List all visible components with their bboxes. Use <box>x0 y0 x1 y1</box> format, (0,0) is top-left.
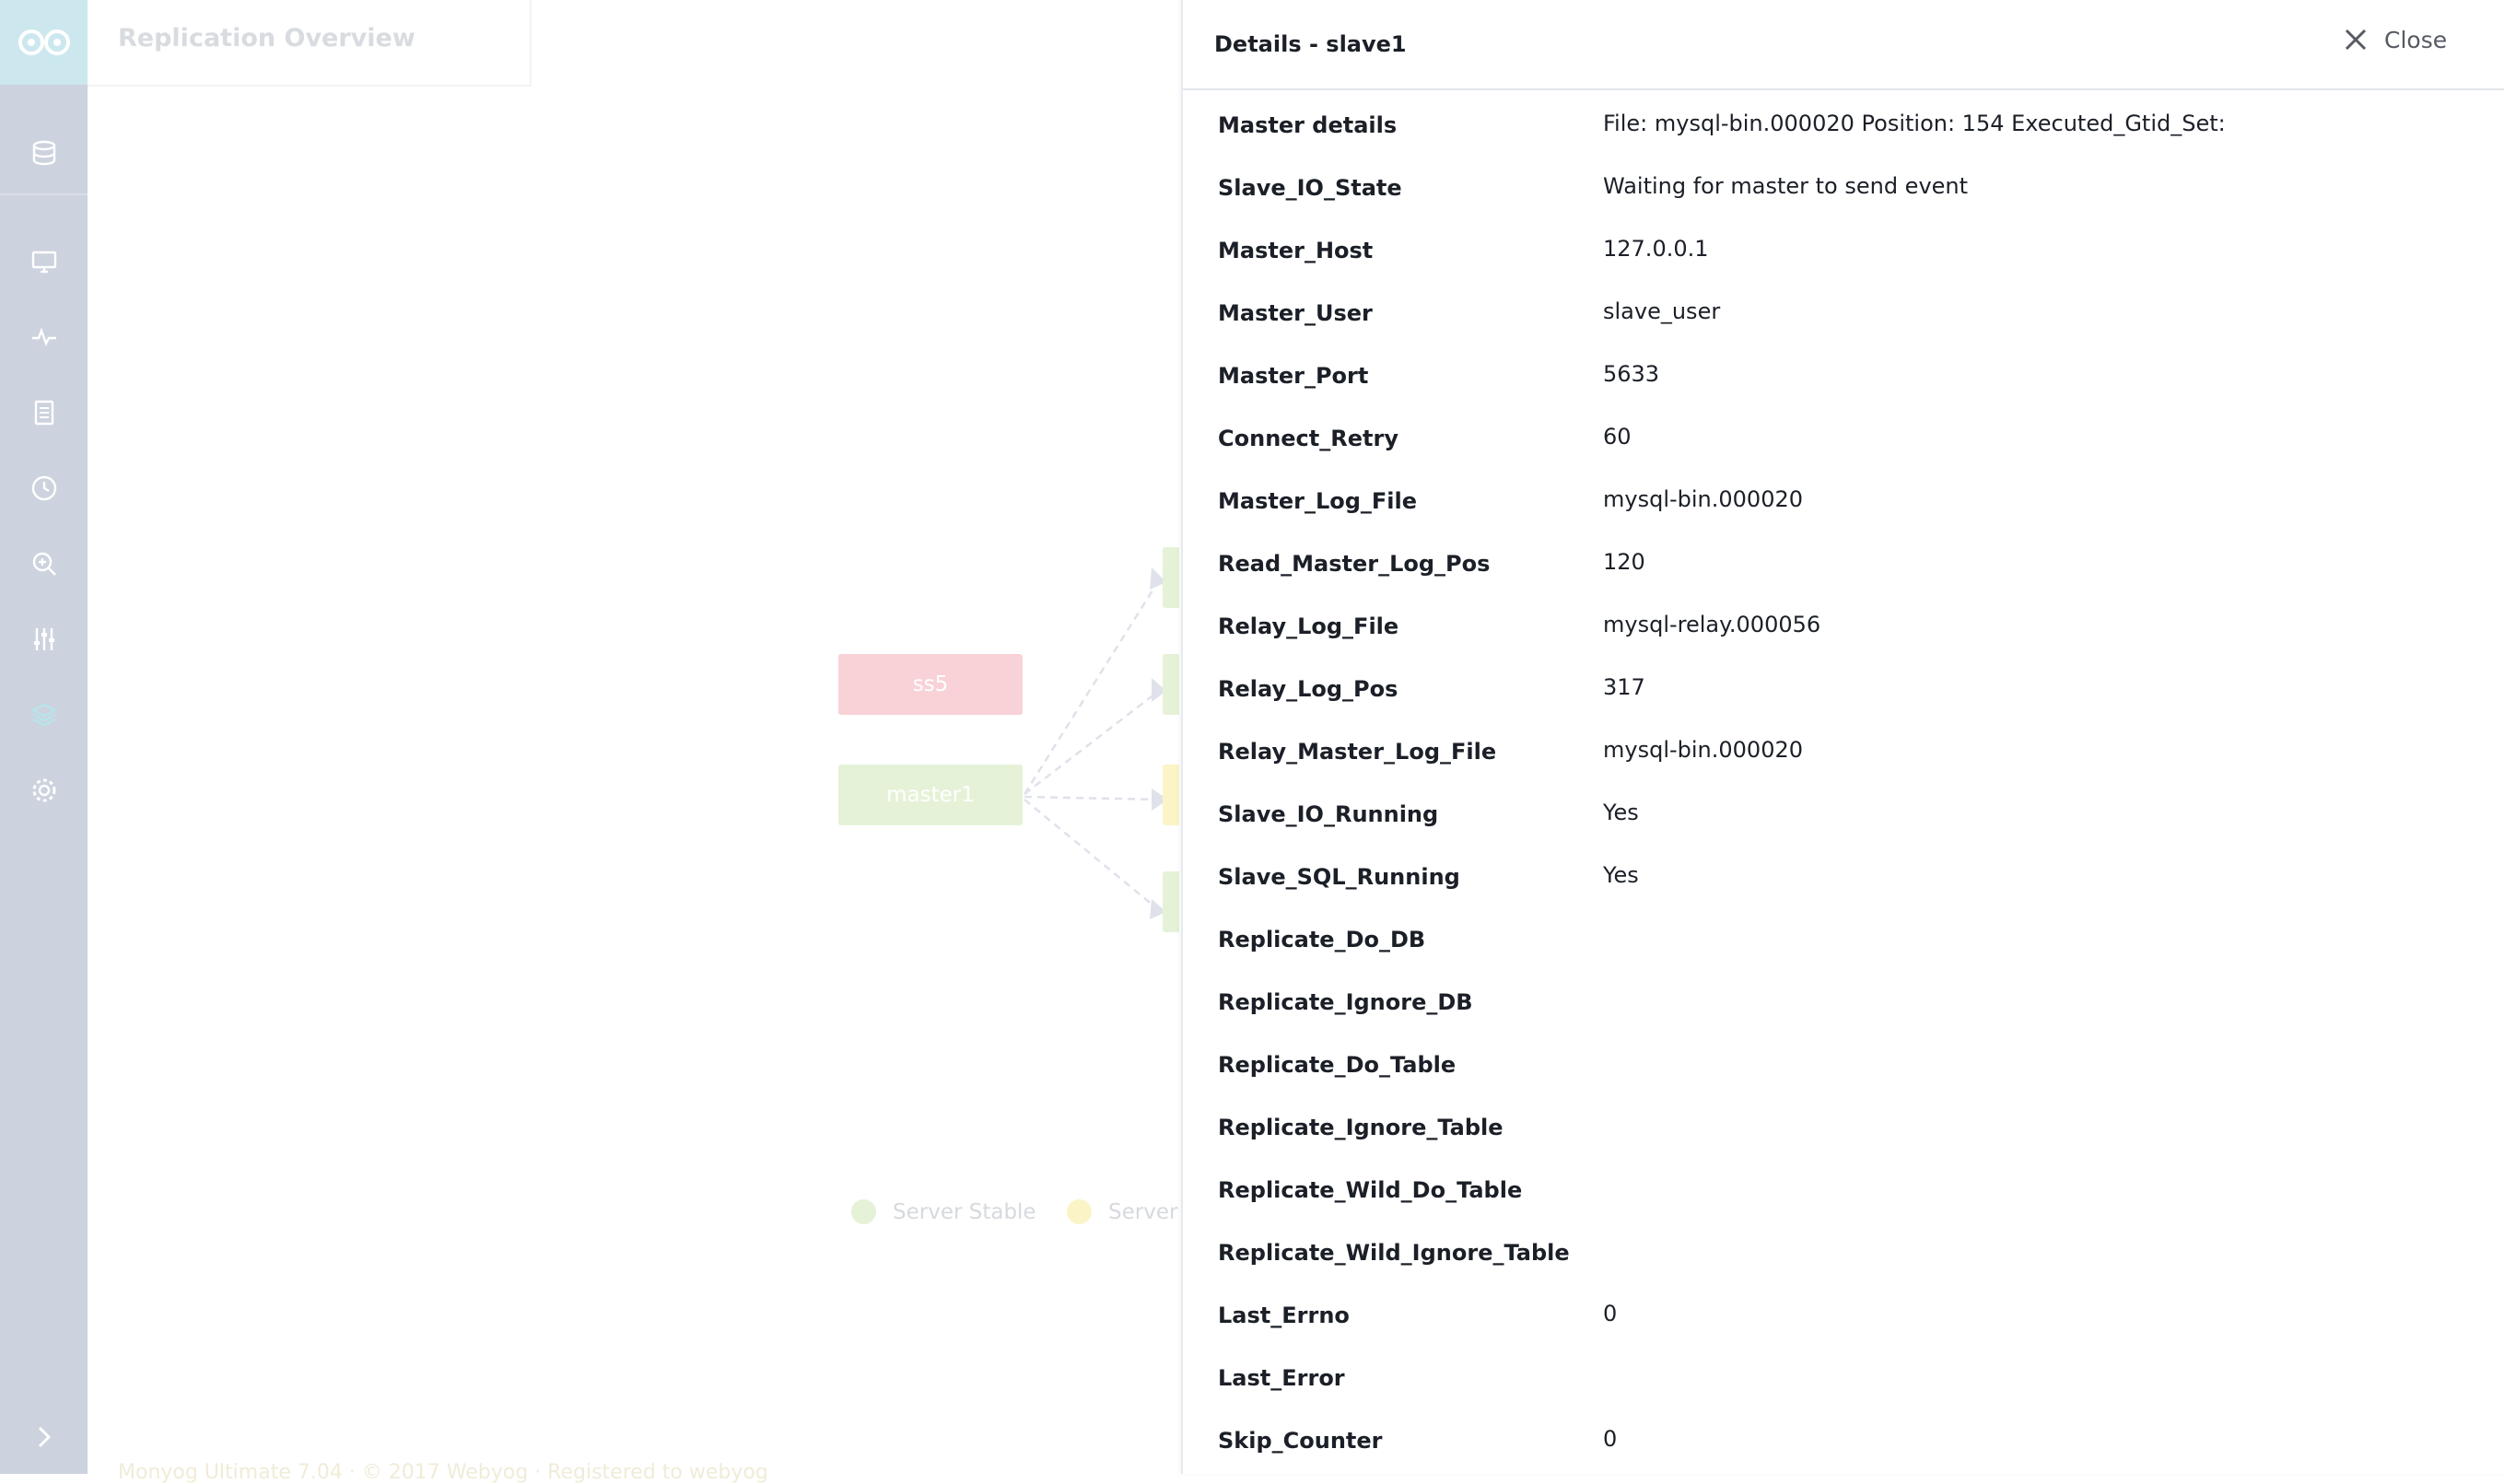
detail-row: Master details File: mysql-bin.000020 Pos… <box>1183 101 2504 164</box>
zoom-icon[interactable] <box>26 545 63 582</box>
sidebar <box>0 0 88 1474</box>
detail-value: 0 <box>1603 1426 1618 1452</box>
detail-label: Replicate_Ignore_DB <box>1218 989 1473 1015</box>
layers-icon[interactable] <box>26 696 63 733</box>
detail-value: 120 <box>1603 549 1645 575</box>
page-title: Replication Overview <box>118 24 415 53</box>
node-label: ss5 <box>912 672 949 696</box>
detail-label: Relay_Master_Log_File <box>1218 739 1497 765</box>
detail-label: Replicate_Ignore_Table <box>1218 1115 1504 1140</box>
detail-row: Slave_SQL_Running Yes <box>1183 853 2504 916</box>
legend-label: Server Stable <box>893 1199 1036 1224</box>
details-panel-header: Details - slave1 Close <box>1183 0 2504 90</box>
detail-label: Last_Error <box>1218 1365 1345 1391</box>
chevron-right-icon[interactable] <box>26 1419 63 1455</box>
activity-icon[interactable] <box>26 319 63 356</box>
detail-row: Last_Error <box>1183 1354 2504 1417</box>
detail-label: Master details <box>1218 112 1398 138</box>
detail-row: Connect_Retry 60 <box>1183 415 2504 477</box>
detail-row: Replicate_Wild_Do_Table <box>1183 1166 2504 1229</box>
footer-text: Monyog Ultimate 7.04 · © 2017 Webyog · R… <box>118 1461 768 1484</box>
detail-row: Replicate_Ignore_DB <box>1183 978 2504 1041</box>
node-slave-partial[interactable] <box>1163 871 1179 932</box>
detail-label: Slave_IO_State <box>1218 175 1402 201</box>
detail-value: Yes <box>1603 800 1639 825</box>
sliders-icon[interactable] <box>26 621 63 658</box>
detail-value: mysql-relay.000056 <box>1603 612 1821 637</box>
detail-value: 60 <box>1603 424 1632 450</box>
detail-row: Master_Host 127.0.0.1 <box>1183 227 2504 289</box>
legend-label: Server <box>1108 1199 1178 1224</box>
detail-value: Yes <box>1603 862 1639 888</box>
detail-label: Master_Port <box>1218 363 1369 389</box>
detail-row: Master_User slave_user <box>1183 289 2504 352</box>
detail-label: Master_Log_File <box>1218 488 1418 514</box>
legend-dot <box>851 1199 876 1224</box>
detail-row: Slave_IO_Running Yes <box>1183 790 2504 853</box>
detail-value: slave_user <box>1603 298 1721 324</box>
node-slave-partial[interactable] <box>1163 765 1179 825</box>
legend-item-stable: Server Stable <box>851 1199 1036 1224</box>
detail-label: Last_Errno <box>1218 1303 1350 1328</box>
detail-value: 317 <box>1603 674 1645 700</box>
sidebar-divider <box>0 193 88 195</box>
detail-label: Replicate_Do_Table <box>1218 1052 1457 1078</box>
detail-row: Last_Errno 0 <box>1183 1291 2504 1354</box>
detail-value: 0 <box>1603 1301 1618 1326</box>
node-master1[interactable]: master1 <box>838 765 1023 825</box>
detail-row: Relay_Master_Log_File mysql-bin.000020 <box>1183 728 2504 790</box>
replication-links <box>1023 567 1168 919</box>
detail-value: mysql-bin.000020 <box>1603 737 1804 763</box>
detail-row: Slave_IO_State Waiting for master to send… <box>1183 164 2504 227</box>
detail-label: Relay_Log_File <box>1218 613 1399 639</box>
detail-label: Replicate_Wild_Ignore_Table <box>1218 1240 1570 1266</box>
detail-label: Connect_Retry <box>1218 426 1398 451</box>
close-button[interactable]: Close <box>2342 26 2447 53</box>
detail-row: Replicate_Do_Table <box>1183 1041 2504 1104</box>
legend-item-server: Server <box>1067 1199 1177 1224</box>
detail-row: Master_Port 5633 <box>1183 352 2504 415</box>
detail-row: Replicate_Wild_Ignore_Table <box>1183 1229 2504 1291</box>
detail-row: Relay_Log_Pos 317 <box>1183 665 2504 728</box>
node-label: master1 <box>886 783 975 807</box>
detail-value: 5633 <box>1603 361 1660 387</box>
detail-label: Slave_SQL_Running <box>1218 864 1460 890</box>
detail-label: Master_Host <box>1218 238 1374 263</box>
detail-label: Read_Master_Log_Pos <box>1218 551 1491 577</box>
node-slave-partial[interactable] <box>1163 654 1179 715</box>
detail-label: Master_User <box>1218 300 1373 326</box>
detail-value: 127.0.0.1 <box>1603 236 1709 262</box>
detail-label: Relay_Log_Pos <box>1218 676 1398 702</box>
detail-value: mysql-bin.000020 <box>1603 486 1804 512</box>
detail-value: File: mysql-bin.000020 Position: 154 Exe… <box>1603 111 2226 136</box>
detail-row: Replicate_Ignore_Table <box>1183 1104 2504 1166</box>
close-icon <box>2345 29 2367 51</box>
detail-row: Relay_Log_File mysql-relay.000056 <box>1183 602 2504 665</box>
clock-icon[interactable] <box>26 470 63 507</box>
details-panel-title: Details - slave1 <box>1214 31 1407 57</box>
detail-label: Replicate_Do_DB <box>1218 927 1426 952</box>
detail-value: Waiting for master to send event <box>1603 173 1969 199</box>
details-panel: Details - slave1 Close Master details Fil… <box>1181 0 2504 1474</box>
details-list: Master details File: mysql-bin.000020 Pos… <box>1183 101 2504 1479</box>
node-ss5[interactable]: ss5 <box>838 654 1023 715</box>
gear-icon[interactable] <box>26 772 63 809</box>
detail-row: Skip_Counter 0 <box>1183 1417 2504 1479</box>
detail-label: Skip_Counter <box>1218 1428 1383 1454</box>
detail-row: Replicate_Do_DB <box>1183 916 2504 978</box>
node-slave-partial[interactable] <box>1163 547 1179 608</box>
database-icon[interactable] <box>26 134 63 171</box>
detail-row: Master_Log_File mysql-bin.000020 <box>1183 477 2504 540</box>
detail-label: Replicate_Wild_Do_Table <box>1218 1177 1523 1203</box>
detail-row: Read_Master_Log_Pos 120 <box>1183 540 2504 602</box>
monitor-icon[interactable] <box>26 243 63 280</box>
close-label: Close <box>2384 26 2448 53</box>
legend-dot <box>1067 1199 1092 1224</box>
logo-icon[interactable] <box>0 0 88 85</box>
detail-label: Slave_IO_Running <box>1218 801 1439 827</box>
document-icon[interactable] <box>26 394 63 431</box>
